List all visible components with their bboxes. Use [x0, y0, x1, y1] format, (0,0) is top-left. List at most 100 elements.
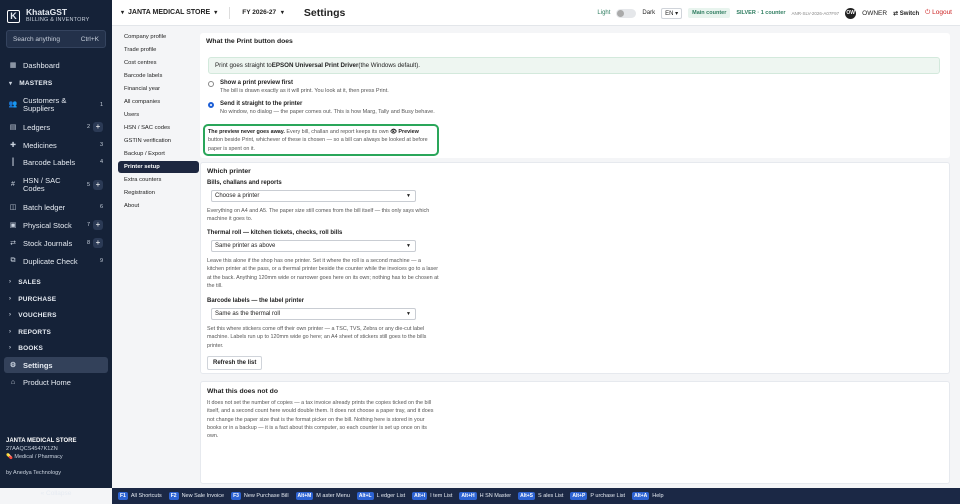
- shortcut-count: 3: [99, 142, 103, 148]
- hint-pre: Print goes straight to: [215, 62, 272, 69]
- chevron-right-icon: ›: [9, 312, 12, 318]
- batch-icon: ◫: [9, 204, 17, 211]
- radio-preview-first[interactable]: [208, 81, 214, 87]
- shortcut-key: Alt+M: [295, 492, 314, 500]
- counter-badge: Main counter: [688, 8, 731, 18]
- shortcut-count: 4: [99, 159, 103, 165]
- sidebar-section-label: SALES: [18, 278, 41, 286]
- sidebar-item-stock-journals[interactable]: ⇄ Stock Journals 8 +: [0, 237, 112, 249]
- fy-selector[interactable]: FY 2026-27 ▾: [242, 9, 284, 16]
- add-stock-journal-button[interactable]: +: [93, 238, 103, 248]
- chevron-right-icon: ›: [9, 345, 12, 351]
- shortcut-f3[interactable]: F3 New Purchase Bill: [231, 492, 289, 500]
- sidebar-item-batch-ledger[interactable]: ◫ Batch ledger 6: [0, 201, 112, 213]
- settings-nav-item-cost-centres[interactable]: Cost centres: [118, 57, 199, 69]
- sidebar-item-medicines[interactable]: ✚ Medicines 3: [0, 139, 112, 151]
- settings-nav-item-registration[interactable]: Registration: [118, 187, 199, 199]
- sidebar-section-purchase[interactable]: › PURCHASE: [0, 293, 112, 305]
- settings-nav-item-barcode-labels[interactable]: Barcode labels: [118, 70, 199, 82]
- option-subtitle: The bill is drawn exactly as it will pri…: [220, 88, 389, 94]
- settings-nav-item-company-profile[interactable]: Company profile: [118, 31, 199, 43]
- radio-send-straight[interactable]: [208, 102, 214, 108]
- barcode-icon: ║: [10, 158, 16, 166]
- pill-icon: ✚: [10, 142, 16, 149]
- add-ledger-button[interactable]: +: [93, 122, 103, 132]
- sidebar-item-customers[interactable]: 👥 Customers & Suppliers 1: [0, 94, 112, 116]
- bills-printer-label: Bills, challans and reports: [207, 180, 282, 186]
- app-name: KhataGST: [26, 7, 68, 17]
- theme-toggle[interactable]: [616, 8, 637, 18]
- shortcut-label: All Shortcuts: [130, 493, 162, 499]
- option-preview-first[interactable]: Show a print preview first The bill is d…: [208, 80, 389, 94]
- avatar[interactable]: OW: [845, 7, 857, 19]
- sidebar-section-books[interactable]: › BOOKS: [0, 342, 112, 354]
- sidebar-section-vouchers[interactable]: › VOUCHERS: [0, 309, 112, 321]
- settings-nav-item-financial-year[interactable]: Financial year: [118, 83, 199, 95]
- bills-printer-value: Choose a printer: [215, 193, 260, 199]
- logout-button[interactable]: ⏻ Logout: [925, 9, 952, 17]
- sidebar-item-duplicate-check[interactable]: ⧉ Duplicate Check 9: [0, 255, 112, 267]
- bills-printer-select[interactable]: Choose a printer ▼: [211, 190, 416, 202]
- company-selector[interactable]: ▾ JANTA MEDICAL STORE ▾: [121, 6, 242, 19]
- switch-button[interactable]: ⇄ Switch: [893, 10, 919, 17]
- label-printer-select[interactable]: Same as the thermal roll ▼: [211, 308, 416, 320]
- shortcut-count: 5: [86, 182, 90, 188]
- sidebar-section-masters[interactable]: ▾ MASTERS: [0, 77, 112, 89]
- add-physical-stock-button[interactable]: +: [93, 220, 103, 230]
- settings-nav-item-printer-setup[interactable]: Printer setup: [118, 161, 199, 173]
- business-type-label: Medical / Pharmacy: [14, 454, 63, 460]
- collapse-button[interactable]: « Collapse: [0, 490, 112, 497]
- shortcut-key: Alt+P: [570, 492, 588, 500]
- shortcut-alt-m[interactable]: Alt+M M aster Menu: [295, 492, 350, 500]
- brand: K KhataGST BILLING & INVENTORY: [0, 0, 112, 26]
- theme-dark-label[interactable]: Dark: [642, 10, 655, 16]
- shortcut-alt-l[interactable]: Alt+L L edger List: [356, 492, 405, 500]
- theme-light-label[interactable]: Light: [597, 10, 610, 16]
- shortcut-label: New Sale Invoice: [181, 493, 225, 499]
- settings-nav-item-about[interactable]: About: [118, 200, 199, 212]
- settings-nav-item-gstin-verification[interactable]: GSTIN verification: [118, 135, 199, 147]
- search-input[interactable]: Search anything Ctrl+K: [6, 30, 106, 48]
- sidebar-item-label: Ledgers: [23, 122, 51, 132]
- option-send-straight[interactable]: Send it straight to the printer No windo…: [208, 101, 435, 115]
- journal-icon: ⇄: [10, 240, 16, 247]
- settings-nav-item-backup-export[interactable]: Backup / Export: [118, 148, 199, 160]
- which-printer-heading: Which printer: [207, 168, 251, 175]
- sidebar-item-ledgers[interactable]: ▤ Ledgers 2 +: [0, 121, 112, 133]
- shortcut-count: 2: [86, 124, 90, 130]
- settings-nav-item-hsn-sac-codes[interactable]: HSN / SAC codes: [118, 122, 199, 134]
- sidebar-item-hsn[interactable]: # HSN / SAC Codes 5 +: [0, 174, 112, 196]
- refresh-list-button[interactable]: Refresh the list: [207, 356, 263, 370]
- shortcut-f1[interactable]: F1 All Shortcuts: [118, 492, 162, 500]
- shortcut-label: I tem List: [430, 493, 453, 499]
- settings-nav-item-trade-profile[interactable]: Trade profile: [118, 44, 199, 56]
- shortcut-f2[interactable]: F2 New Sale Invoice: [168, 492, 225, 500]
- shortcut-label: New Purchase Bill: [243, 493, 289, 499]
- sidebar-item-dashboard[interactable]: ▦ Dashboard: [0, 59, 112, 71]
- shortcut-alt-h[interactable]: Alt+H H SN Master: [459, 492, 511, 500]
- settings-nav-item-extra-counters[interactable]: Extra counters: [118, 174, 199, 186]
- sidebar-item-physical-stock[interactable]: ▣ Physical Stock 7 +: [0, 219, 112, 231]
- shortcut-count: 1: [99, 102, 103, 108]
- sidebar-item-settings[interactable]: ⚙ Settings: [4, 357, 108, 373]
- language-value: EN: [665, 10, 674, 17]
- shortcut-alt-i[interactable]: Alt+I I tem List: [412, 492, 452, 500]
- shortcut-alt-a[interactable]: Alt+A Help: [632, 492, 664, 500]
- sidebar-item-product-home[interactable]: ⌂ Product Home: [0, 376, 112, 388]
- label-printer-help: Set this where stickers come off their o…: [207, 326, 427, 349]
- settings-nav-item-all-companies[interactable]: All companies: [118, 96, 199, 108]
- shortcut-alt-s[interactable]: Alt+S S ales List: [518, 492, 563, 500]
- sidebar-section-label: VOUCHERS: [18, 311, 57, 319]
- shortcut-key: Alt+A: [632, 492, 650, 500]
- thermal-printer-select[interactable]: Same printer as above ▼: [211, 240, 416, 252]
- option-title: Show a print preview first: [220, 80, 294, 86]
- sidebar-section-reports[interactable]: › REPORTS: [0, 326, 112, 338]
- shortcut-alt-p[interactable]: Alt+P P urchase List: [570, 492, 625, 500]
- add-hsn-button[interactable]: +: [93, 180, 103, 190]
- sidebar-section-sales[interactable]: › SALES: [0, 276, 112, 288]
- language-select[interactable]: EN ▾: [661, 7, 683, 19]
- settings-nav-item-users[interactable]: Users: [118, 109, 199, 121]
- sidebar-item-label: Physical Stock: [23, 220, 72, 230]
- shortcut-key: Alt+S: [518, 492, 536, 500]
- sidebar-item-barcode-labels[interactable]: ║ Barcode Labels 4: [0, 156, 112, 168]
